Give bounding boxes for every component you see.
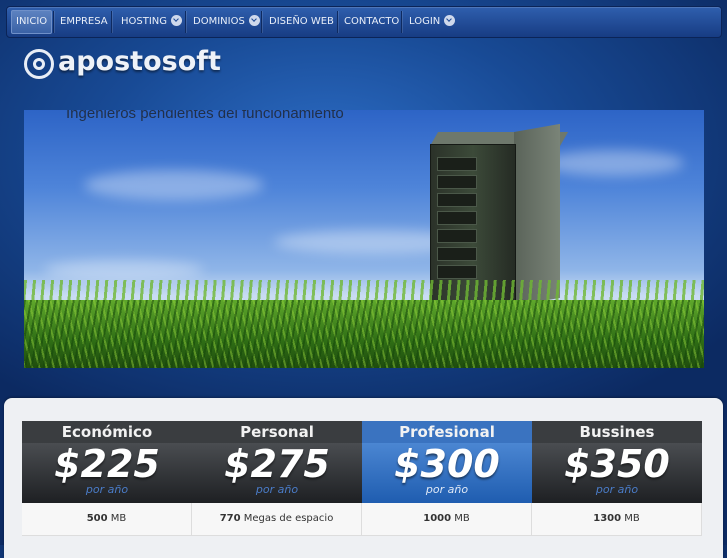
nav-divider — [261, 11, 262, 33]
plan-profesional[interactable]: Profesional $300 por año 1000 MB — [362, 421, 532, 536]
nav-item-empresa[interactable]: EMPRESA — [56, 10, 112, 34]
plan-feature-storage: 500 MB — [22, 503, 192, 536]
plan-price: $275 — [224, 442, 330, 486]
plan-price-box: $275 por año — [192, 442, 362, 503]
feature-value: 1300 — [593, 513, 622, 524]
plan-price-box: $350 por año — [532, 442, 702, 503]
hero-banner: Ingenieros pendientes del funcionamiento — [24, 110, 704, 368]
plan-period: por año — [425, 483, 469, 496]
cloud — [544, 150, 684, 176]
nav-item-label: HOSTING — [121, 16, 168, 27]
nav-item-label: CONTACTO — [344, 16, 400, 27]
chevron-down-icon — [248, 14, 260, 26]
nav-item-contacto[interactable]: CONTACTO — [340, 10, 403, 34]
cloud — [84, 170, 264, 200]
feature-unit: MB — [454, 513, 470, 524]
plan-price: $350 — [564, 442, 670, 486]
plan-price: $225 — [54, 442, 160, 486]
nav-item-login[interactable]: LOGIN — [405, 10, 459, 34]
plan-period: por año — [255, 483, 299, 496]
plan-name: Personal — [192, 421, 362, 443]
logo-at-icon — [24, 49, 54, 79]
plan-bussines[interactable]: Bussines $350 por año 1300 MB — [532, 421, 702, 536]
nav-item-dominios[interactable]: DOMINIOS — [189, 10, 264, 34]
plan-economico[interactable]: Económico $225 por año 500 MB — [22, 421, 192, 536]
plan-feature-storage: 770 Megas de espacio — [192, 503, 362, 536]
nav-divider — [111, 11, 112, 33]
nav-item-label: LOGIN — [409, 16, 441, 27]
grass — [24, 300, 704, 368]
plan-period: por año — [85, 483, 129, 496]
plan-price-box: $300 por año — [362, 442, 532, 503]
feature-value: 1000 — [423, 513, 452, 524]
plan-personal[interactable]: Personal $275 por año 770 Megas de espac… — [192, 421, 362, 536]
nav-divider — [53, 11, 54, 33]
plan-name: Económico — [22, 421, 192, 443]
nav-divider — [401, 11, 402, 33]
chevron-down-icon — [171, 14, 183, 26]
chevron-down-icon — [444, 14, 456, 26]
plan-price: $300 — [394, 442, 500, 486]
plan-period: por año — [595, 483, 639, 496]
logo-text: apostosoft — [58, 46, 221, 77]
plan-feature-storage: 1300 MB — [532, 503, 702, 536]
plan-name: Profesional — [362, 421, 532, 443]
cloud — [44, 260, 204, 280]
feature-unit: MB — [110, 513, 127, 524]
plan-name: Bussines — [532, 421, 702, 443]
banner-caption: Ingenieros pendientes del funcionamiento — [66, 110, 344, 122]
nav-item-hosting[interactable]: HOSTING — [117, 10, 186, 34]
plan-price-box: $225 por año — [22, 442, 192, 503]
feature-value: 500 — [86, 513, 108, 524]
feature-unit: MB — [624, 513, 640, 524]
nav-item-label: EMPRESA — [60, 16, 108, 27]
feature-unit: Megas de espacio — [243, 513, 334, 524]
nav-item-diseno-web[interactable]: DISEÑO WEB — [265, 10, 338, 34]
nav-item-label: INICIO — [16, 16, 48, 27]
plan-feature-storage: 1000 MB — [362, 503, 532, 536]
nav-divider — [185, 11, 186, 33]
top-navigation: INICIO EMPRESA HOSTING DOMINIOS DISEÑO W… — [6, 6, 722, 38]
nav-item-inicio[interactable]: INICIO — [11, 10, 53, 34]
nav-divider — [337, 11, 338, 33]
nav-item-label: DISEÑO WEB — [269, 16, 334, 27]
feature-value: 770 — [219, 513, 241, 524]
nav-item-label: DOMINIOS — [193, 16, 245, 27]
